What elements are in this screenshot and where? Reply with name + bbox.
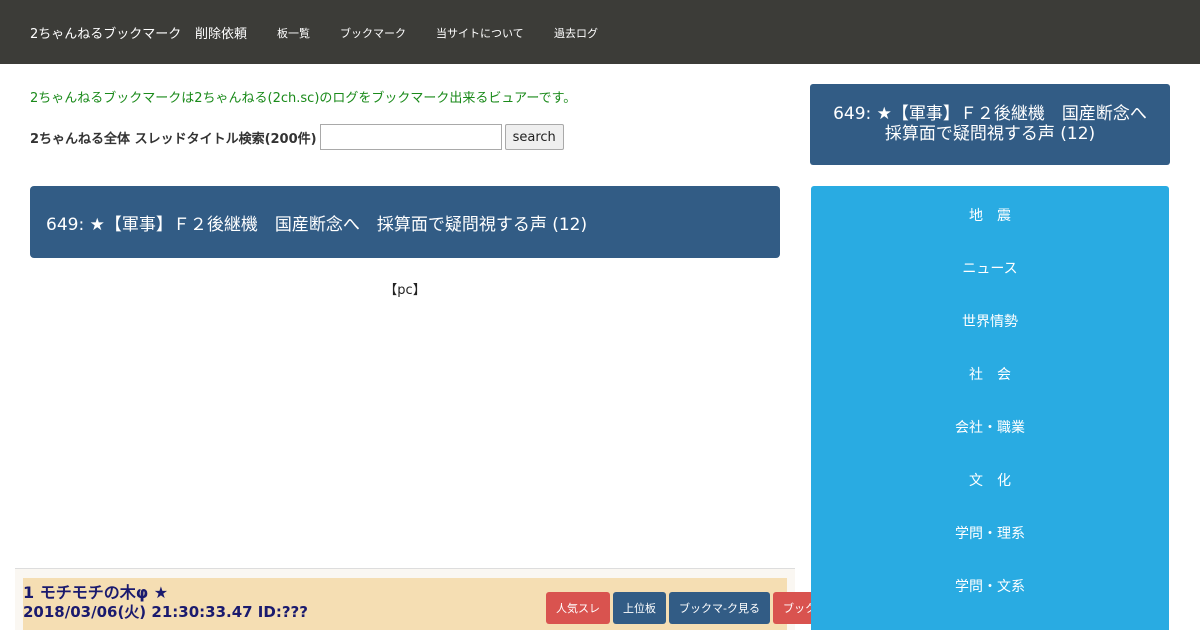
nav-about-link[interactable]: 当サイトについて	[436, 25, 524, 41]
category-earthquake[interactable]: 地 震	[811, 205, 1169, 225]
site-intro-text: 2ちゃんねるブックマークは2ちゃんねる(2ch.sc)のログをブックマーク出来る…	[30, 91, 577, 106]
device-tag: 【pc】	[384, 283, 426, 298]
sidebar-thread-title: 649: ★【軍事】Ｆ２後継機 国産断念へ 採算面で疑問視する声 (12)	[833, 103, 1164, 144]
thread-search-form: 2ちゃんねる全体 スレッドタイトル検索(200件) search	[30, 124, 564, 150]
delete-request-link[interactable]: 削除依頼	[195, 23, 247, 42]
thread-title-header: 649: ★【軍事】Ｆ２後継機 国産断念へ 採算面で疑問視する声 (12)	[30, 186, 780, 258]
post-number-name: 1 モチモチの木φ ★	[23, 583, 169, 602]
sidebar-category-menu: 地 震 ニュース 世界情勢 社 会 会社・職業 文 化 学問・理系 学問・文系	[811, 186, 1169, 630]
category-culture[interactable]: 文 化	[811, 470, 1169, 490]
view-bookmarks-button[interactable]: ブックマ-ク見る	[669, 592, 770, 624]
category-society[interactable]: 社 会	[811, 364, 1169, 384]
search-button[interactable]: search	[504, 124, 564, 150]
nav-board-list-link[interactable]: 板一覧	[277, 25, 310, 41]
upper-board-button[interactable]: 上位板	[613, 592, 666, 624]
category-news[interactable]: ニュース	[811, 258, 1169, 278]
sidebar-thread-title-box: 649: ★【軍事】Ｆ２後継機 国産断念へ 採算面で疑問視する声 (12)	[810, 84, 1170, 165]
category-company-jobs[interactable]: 会社・職業	[811, 417, 1169, 437]
search-input[interactable]	[319, 124, 502, 150]
category-science[interactable]: 学問・理系	[811, 523, 1169, 543]
category-humanities[interactable]: 学問・文系	[811, 576, 1169, 596]
top-navbar: 2ちゃんねるブックマーク 削除依頼 板一覧 ブックマーク 当サイトについて 過去…	[0, 0, 1200, 64]
search-label: 2ちゃんねる全体 スレッドタイトル検索(200件)	[30, 131, 317, 147]
popular-threads-button[interactable]: 人気スレ	[546, 592, 610, 624]
nav-archive-link[interactable]: 過去ログ	[554, 25, 598, 41]
post-date-id: 2018/03/06(火) 21:30:33.47 ID:???	[23, 603, 308, 621]
site-brand-link[interactable]: 2ちゃんねるブックマーク	[30, 23, 181, 42]
category-world-affairs[interactable]: 世界情勢	[811, 311, 1169, 331]
thread-title: 649: ★【軍事】Ｆ２後継機 国産断念へ 採算面で疑問視する声 (12)	[46, 214, 588, 235]
nav-bookmark-link[interactable]: ブックマーク	[340, 25, 406, 41]
